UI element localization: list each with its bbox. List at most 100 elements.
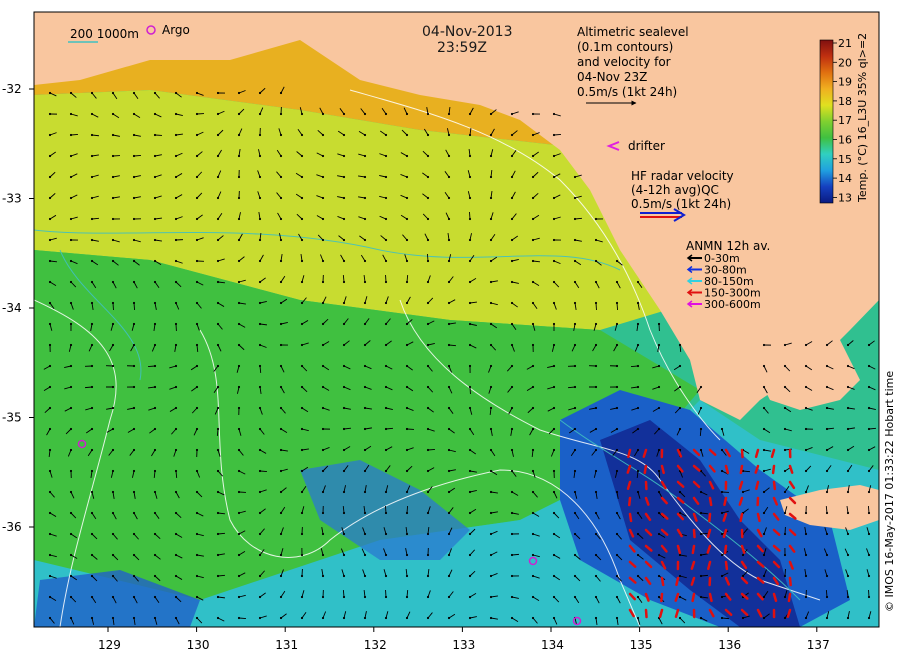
colorbar-tick-label: 21 bbox=[838, 37, 852, 50]
velocity-arrow-dot bbox=[699, 385, 703, 389]
velocity-arrow-dot bbox=[510, 490, 514, 494]
velocity-arrow-dot bbox=[573, 490, 577, 494]
velocity-arrow-dot bbox=[468, 196, 472, 200]
velocity-arrow-dot bbox=[552, 175, 556, 179]
velocity-arrow-dot bbox=[384, 133, 388, 137]
velocity-arrow-dot bbox=[573, 406, 577, 410]
velocity-arrow-dot bbox=[825, 490, 829, 494]
velocity-arrow-dot bbox=[384, 175, 388, 179]
velocity-arrow-dot bbox=[846, 406, 850, 410]
velocity-arrow-dot bbox=[132, 511, 136, 515]
velocity-arrow-dot bbox=[384, 553, 388, 557]
velocity-arrow-dot bbox=[174, 238, 178, 242]
velocity-arrow-dot bbox=[300, 427, 304, 431]
velocity-arrow-dot bbox=[195, 574, 199, 578]
velocity-arrow-dot bbox=[594, 532, 598, 536]
velocity-arrow-dot bbox=[384, 511, 388, 515]
velocity-arrow-dot bbox=[846, 511, 850, 515]
velocity-arrow-dot bbox=[510, 574, 514, 578]
velocity-arrow-dot bbox=[342, 301, 346, 305]
velocity-arrow-dot bbox=[510, 427, 514, 431]
velocity-arrow-dot bbox=[321, 574, 325, 578]
velocity-arrow-dot bbox=[342, 385, 346, 389]
velocity-arrow-dot bbox=[510, 133, 514, 137]
velocity-arrow-dot bbox=[279, 448, 283, 452]
velocity-arrow-dot bbox=[111, 238, 115, 242]
velocity-arrow-dot bbox=[825, 616, 829, 620]
velocity-arrow-dot bbox=[468, 469, 472, 473]
velocity-arrow-dot bbox=[783, 574, 787, 578]
velocity-arrow-dot bbox=[48, 553, 52, 557]
velocity-arrow-dot bbox=[678, 553, 682, 557]
velocity-arrow-dot bbox=[153, 364, 157, 368]
velocity-arrow-dot bbox=[762, 511, 766, 515]
velocity-arrow-dot bbox=[195, 322, 199, 326]
velocity-arrow-dot bbox=[300, 553, 304, 557]
velocity-arrow-dot bbox=[279, 175, 283, 179]
velocity-arrow-dot bbox=[573, 175, 577, 179]
x-tick-label: 136 bbox=[718, 638, 741, 652]
velocity-arrow-dot bbox=[489, 532, 493, 536]
velocity-arrow-dot bbox=[363, 469, 367, 473]
velocity-arrow-dot bbox=[489, 385, 493, 389]
hf-radar-vector bbox=[756, 512, 761, 523]
velocity-arrow-dot bbox=[636, 469, 640, 473]
velocity-arrow-dot bbox=[321, 427, 325, 431]
velocity-arrow-dot bbox=[153, 616, 157, 620]
velocity-arrow-dot bbox=[552, 595, 556, 599]
hf-radar-vector bbox=[723, 496, 728, 507]
velocity-arrow-dot bbox=[531, 343, 535, 347]
velocity-arrow-dot bbox=[342, 511, 346, 515]
velocity-arrow-dot bbox=[594, 280, 598, 284]
velocity-arrow-dot bbox=[447, 616, 451, 620]
velocity-arrow-dot bbox=[153, 469, 157, 473]
velocity-arrow-dot bbox=[447, 385, 451, 389]
velocity-arrow-dot bbox=[510, 112, 514, 116]
velocity-arrow-dot bbox=[216, 490, 220, 494]
velocity-arrow-dot bbox=[825, 448, 829, 452]
velocity-arrow-dot bbox=[300, 406, 304, 410]
velocity-arrow-dot bbox=[90, 553, 94, 557]
velocity-arrow-dot bbox=[426, 448, 430, 452]
velocity-arrow-dot bbox=[153, 553, 157, 557]
velocity-arrow-dot bbox=[636, 427, 640, 431]
velocity-arrow-dot bbox=[342, 469, 346, 473]
velocity-arrow-dot bbox=[363, 511, 367, 515]
velocity-arrow-dot bbox=[657, 490, 661, 494]
velocity-arrow-dot bbox=[615, 574, 619, 578]
hf-radar-vector bbox=[708, 496, 713, 507]
velocity-arrow-dot bbox=[678, 385, 682, 389]
velocity-arrow-dot bbox=[636, 385, 640, 389]
velocity-arrow-dot bbox=[153, 301, 157, 305]
velocity-arrow-dot bbox=[615, 616, 619, 620]
velocity-arrow-dot bbox=[720, 616, 724, 620]
velocity-arrow-dot bbox=[762, 490, 766, 494]
velocity-arrow-dot bbox=[258, 175, 262, 179]
velocity-arrow-dot bbox=[615, 448, 619, 452]
velocity-arrow-dot bbox=[279, 406, 283, 410]
velocity-arrow-dot bbox=[405, 133, 409, 137]
velocity-arrow-dot bbox=[552, 133, 556, 137]
velocity-arrow-dot bbox=[741, 553, 745, 557]
velocity-arrow-dot bbox=[426, 343, 430, 347]
velocity-arrow-dot bbox=[153, 133, 157, 137]
velocity-arrow-dot bbox=[825, 406, 829, 410]
velocity-arrow-dot bbox=[48, 490, 52, 494]
altimetry-line-5: 0.5m/s (1kt 24h) bbox=[577, 85, 677, 99]
velocity-arrow-dot bbox=[699, 490, 703, 494]
x-axis: 129 130 131 132 133 134 135 136 137 bbox=[98, 627, 830, 652]
velocity-arrow-dot bbox=[174, 490, 178, 494]
hf-radar-vector bbox=[691, 544, 696, 555]
velocity-arrow-dot bbox=[153, 427, 157, 431]
velocity-arrow-dot bbox=[237, 574, 241, 578]
x-tick-label: 130 bbox=[187, 638, 210, 652]
contour-label: 200 1000m bbox=[70, 27, 139, 41]
velocity-arrow-dot bbox=[447, 196, 451, 200]
velocity-arrow-dot bbox=[447, 364, 451, 368]
velocity-arrow-dot bbox=[510, 196, 514, 200]
velocity-arrow-dot bbox=[237, 112, 241, 116]
velocity-arrow-dot bbox=[132, 532, 136, 536]
velocity-arrow-dot bbox=[594, 553, 598, 557]
velocity-arrow-dot bbox=[510, 595, 514, 599]
velocity-arrow-dot bbox=[510, 217, 514, 221]
